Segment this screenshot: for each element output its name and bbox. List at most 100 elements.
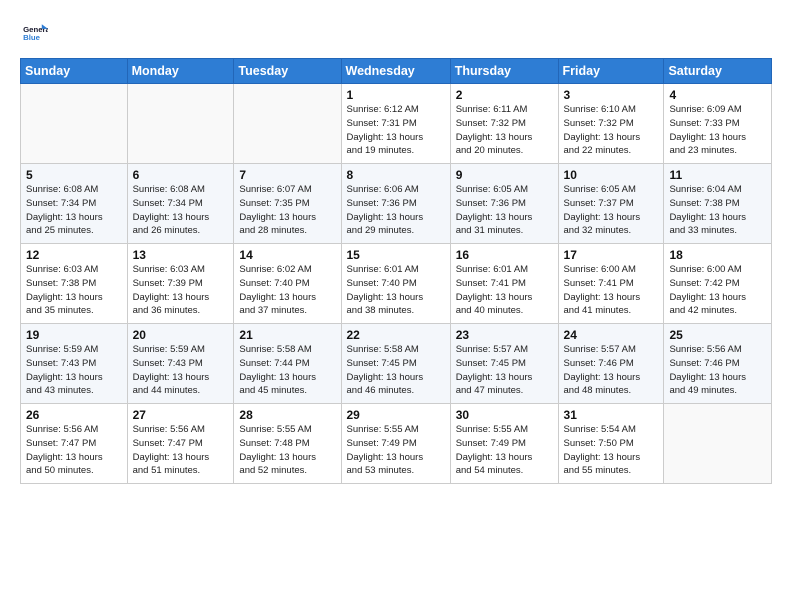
day-cell: 10Sunrise: 6:05 AMSunset: 7:37 PMDayligh…	[558, 164, 664, 244]
day-number: 16	[456, 248, 553, 262]
day-info: Sunrise: 5:55 AMSunset: 7:49 PMDaylight:…	[347, 423, 445, 478]
day-cell: 24Sunrise: 5:57 AMSunset: 7:46 PMDayligh…	[558, 324, 664, 404]
day-number: 23	[456, 328, 553, 342]
day-number: 31	[564, 408, 659, 422]
day-number: 27	[133, 408, 229, 422]
day-info: Sunrise: 5:57 AMSunset: 7:45 PMDaylight:…	[456, 343, 553, 398]
weekday-friday: Friday	[558, 59, 664, 84]
day-info: Sunrise: 6:01 AMSunset: 7:41 PMDaylight:…	[456, 263, 553, 318]
day-info: Sunrise: 5:56 AMSunset: 7:47 PMDaylight:…	[26, 423, 122, 478]
day-info: Sunrise: 6:10 AMSunset: 7:32 PMDaylight:…	[564, 103, 659, 158]
day-number: 14	[239, 248, 335, 262]
day-number: 21	[239, 328, 335, 342]
day-number: 29	[347, 408, 445, 422]
day-cell: 26Sunrise: 5:56 AMSunset: 7:47 PMDayligh…	[21, 404, 128, 484]
day-number: 9	[456, 168, 553, 182]
weekday-thursday: Thursday	[450, 59, 558, 84]
day-info: Sunrise: 6:12 AMSunset: 7:31 PMDaylight:…	[347, 103, 445, 158]
day-info: Sunrise: 6:02 AMSunset: 7:40 PMDaylight:…	[239, 263, 335, 318]
day-number: 19	[26, 328, 122, 342]
weekday-monday: Monday	[127, 59, 234, 84]
day-number: 18	[669, 248, 766, 262]
page: General Blue SundayMondayTuesdayWednesda…	[0, 0, 792, 498]
week-row-2: 5Sunrise: 6:08 AMSunset: 7:34 PMDaylight…	[21, 164, 772, 244]
day-cell: 30Sunrise: 5:55 AMSunset: 7:49 PMDayligh…	[450, 404, 558, 484]
day-number: 25	[669, 328, 766, 342]
day-number: 15	[347, 248, 445, 262]
day-number: 17	[564, 248, 659, 262]
day-cell: 22Sunrise: 5:58 AMSunset: 7:45 PMDayligh…	[341, 324, 450, 404]
day-info: Sunrise: 5:59 AMSunset: 7:43 PMDaylight:…	[133, 343, 229, 398]
day-info: Sunrise: 6:09 AMSunset: 7:33 PMDaylight:…	[669, 103, 766, 158]
day-number: 5	[26, 168, 122, 182]
day-cell	[234, 84, 341, 164]
day-cell: 5Sunrise: 6:08 AMSunset: 7:34 PMDaylight…	[21, 164, 128, 244]
day-cell: 27Sunrise: 5:56 AMSunset: 7:47 PMDayligh…	[127, 404, 234, 484]
day-number: 12	[26, 248, 122, 262]
day-cell	[21, 84, 128, 164]
calendar: SundayMondayTuesdayWednesdayThursdayFrid…	[20, 58, 772, 484]
day-cell: 31Sunrise: 5:54 AMSunset: 7:50 PMDayligh…	[558, 404, 664, 484]
day-info: Sunrise: 6:08 AMSunset: 7:34 PMDaylight:…	[133, 183, 229, 238]
day-number: 1	[347, 88, 445, 102]
day-info: Sunrise: 6:07 AMSunset: 7:35 PMDaylight:…	[239, 183, 335, 238]
logo-icon: General Blue	[20, 18, 48, 46]
day-info: Sunrise: 5:54 AMSunset: 7:50 PMDaylight:…	[564, 423, 659, 478]
day-number: 30	[456, 408, 553, 422]
day-cell: 19Sunrise: 5:59 AMSunset: 7:43 PMDayligh…	[21, 324, 128, 404]
day-info: Sunrise: 6:11 AMSunset: 7:32 PMDaylight:…	[456, 103, 553, 158]
day-cell: 23Sunrise: 5:57 AMSunset: 7:45 PMDayligh…	[450, 324, 558, 404]
day-info: Sunrise: 6:01 AMSunset: 7:40 PMDaylight:…	[347, 263, 445, 318]
day-cell: 14Sunrise: 6:02 AMSunset: 7:40 PMDayligh…	[234, 244, 341, 324]
day-cell: 13Sunrise: 6:03 AMSunset: 7:39 PMDayligh…	[127, 244, 234, 324]
day-cell: 9Sunrise: 6:05 AMSunset: 7:36 PMDaylight…	[450, 164, 558, 244]
day-cell: 18Sunrise: 6:00 AMSunset: 7:42 PMDayligh…	[664, 244, 772, 324]
day-number: 20	[133, 328, 229, 342]
header: General Blue	[20, 18, 772, 46]
day-cell: 12Sunrise: 6:03 AMSunset: 7:38 PMDayligh…	[21, 244, 128, 324]
week-row-1: 1Sunrise: 6:12 AMSunset: 7:31 PMDaylight…	[21, 84, 772, 164]
day-number: 4	[669, 88, 766, 102]
day-info: Sunrise: 5:55 AMSunset: 7:49 PMDaylight:…	[456, 423, 553, 478]
day-cell	[664, 404, 772, 484]
day-cell: 21Sunrise: 5:58 AMSunset: 7:44 PMDayligh…	[234, 324, 341, 404]
day-cell: 6Sunrise: 6:08 AMSunset: 7:34 PMDaylight…	[127, 164, 234, 244]
week-row-5: 26Sunrise: 5:56 AMSunset: 7:47 PMDayligh…	[21, 404, 772, 484]
day-cell: 4Sunrise: 6:09 AMSunset: 7:33 PMDaylight…	[664, 84, 772, 164]
day-number: 28	[239, 408, 335, 422]
day-number: 7	[239, 168, 335, 182]
week-row-4: 19 Sunrise: 5:59 AMSunset: 7:43 PMDayligh…	[21, 324, 772, 404]
day-info: Sunrise: 6:00 AMSunset: 7:42 PMDaylight:…	[669, 263, 766, 318]
weekday-sunday: Sunday	[21, 59, 128, 84]
day-cell: 29Sunrise: 5:55 AMSunset: 7:49 PMDayligh…	[341, 404, 450, 484]
weekday-wednesday: Wednesday	[341, 59, 450, 84]
day-number: 24	[564, 328, 659, 342]
day-info: Sunrise: 5:55 AMSunset: 7:48 PMDaylight:…	[239, 423, 335, 478]
day-info: Sunrise: 5:57 AMSunset: 7:46 PMDaylight:…	[564, 343, 659, 398]
day-info: Sunrise: 6:03 AMSunset: 7:38 PMDaylight:…	[26, 263, 122, 318]
day-cell: 8Sunrise: 6:06 AMSunset: 7:36 PMDaylight…	[341, 164, 450, 244]
day-info: Sunrise: 5:56 AMSunset: 7:47 PMDaylight:…	[133, 423, 229, 478]
logo: General Blue	[20, 18, 52, 46]
day-cell: 3Sunrise: 6:10 AMSunset: 7:32 PMDaylight…	[558, 84, 664, 164]
day-number: 10	[564, 168, 659, 182]
day-cell: 28Sunrise: 5:55 AMSunset: 7:48 PMDayligh…	[234, 404, 341, 484]
day-info: Sunrise: 5:58 AMSunset: 7:44 PMDaylight:…	[239, 343, 335, 398]
day-info: Sunrise: 6:03 AMSunset: 7:39 PMDaylight:…	[133, 263, 229, 318]
weekday-header-row: SundayMondayTuesdayWednesdayThursdayFrid…	[21, 59, 772, 84]
day-cell: 20Sunrise: 5:59 AMSunset: 7:43 PMDayligh…	[127, 324, 234, 404]
week-row-3: 12Sunrise: 6:03 AMSunset: 7:38 PMDayligh…	[21, 244, 772, 324]
day-cell	[127, 84, 234, 164]
day-number: 13	[133, 248, 229, 262]
weekday-saturday: Saturday	[664, 59, 772, 84]
day-cell: 2Sunrise: 6:11 AMSunset: 7:32 PMDaylight…	[450, 84, 558, 164]
day-info: Sunrise: 6:08 AMSunset: 7:34 PMDaylight:…	[26, 183, 122, 238]
day-info: Sunrise: 6:06 AMSunset: 7:36 PMDaylight:…	[347, 183, 445, 238]
day-cell: 25Sunrise: 5:56 AMSunset: 7:46 PMDayligh…	[664, 324, 772, 404]
weekday-tuesday: Tuesday	[234, 59, 341, 84]
day-cell: 17Sunrise: 6:00 AMSunset: 7:41 PMDayligh…	[558, 244, 664, 324]
day-info: Sunrise: 5:56 AMSunset: 7:46 PMDaylight:…	[669, 343, 766, 398]
svg-text:Blue: Blue	[23, 33, 41, 42]
day-cell: 11Sunrise: 6:04 AMSunset: 7:38 PMDayligh…	[664, 164, 772, 244]
day-number: 11	[669, 168, 766, 182]
